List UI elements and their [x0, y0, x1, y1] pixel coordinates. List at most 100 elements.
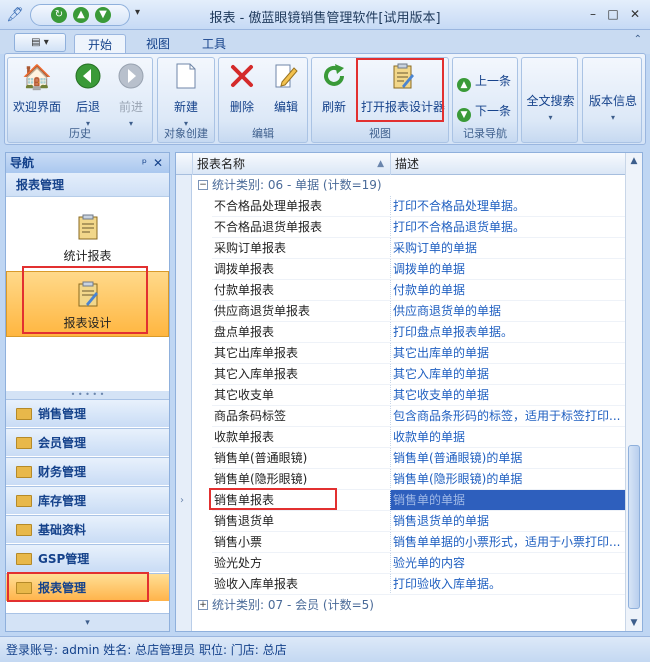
nav-cat-members[interactable]: 会员管理 [6, 428, 169, 456]
group-row-members[interactable]: + 统计类别: 07 - 会员 (计数=5) [176, 595, 626, 616]
cell-description[interactable]: 销售单(隐形眼镜)的单据 [390, 469, 626, 490]
welcome-button[interactable]: 🏠 欢迎界面 [10, 62, 64, 120]
table-row[interactable]: 销售单(隐形眼镜) 销售单(隐形眼镜)的单据 [176, 469, 626, 490]
pane-splitter[interactable]: • • • • • [6, 391, 169, 399]
cell-description[interactable]: 供应商退货单的单据 [390, 301, 626, 322]
prev-record-button[interactable]: ▲ 上一条 [457, 70, 511, 92]
cell-description[interactable]: 打印盘点单报表单据。 [390, 322, 626, 343]
back-button[interactable]: 后退 ▾ [66, 62, 110, 128]
cell-description[interactable]: 采购订单的单据 [390, 238, 626, 259]
next-record-button[interactable]: ▼ 下一条 [457, 100, 511, 122]
new-button[interactable]: 新建 ▾ [160, 62, 212, 128]
cell-description[interactable]: 其它入库单的单据 [390, 364, 626, 385]
cell-report-name[interactable]: 销售单(隐形眼镜) [212, 469, 392, 490]
table-row[interactable]: 供应商退货单报表 供应商退货单的单据 [176, 301, 626, 322]
tab-home[interactable]: 开始 [74, 34, 126, 54]
nav-cat-inventory[interactable]: 库存管理 [6, 486, 169, 514]
table-row[interactable]: 收款单报表 收款单的单据 [176, 427, 626, 448]
cell-report-name[interactable]: 销售退货单 [212, 511, 392, 532]
nav-cat-gsp[interactable]: GSP管理 [6, 544, 169, 572]
cell-report-name[interactable]: 销售小票 [212, 532, 392, 553]
app-menu-button[interactable]: ▤ ▾ [14, 33, 66, 52]
cell-description[interactable]: 打印验收入库单据。 [390, 574, 626, 595]
cell-description[interactable]: 销售单单据的小票形式，适用于小票打印... [390, 532, 626, 553]
cell-description[interactable]: 付款单的单据 [390, 280, 626, 301]
cell-report-name[interactable]: 其它入库单报表 [212, 364, 392, 385]
nav-item-report-design[interactable]: 报表设计 [6, 271, 169, 337]
cell-report-name[interactable]: 采购订单报表 [212, 238, 392, 259]
cell-description[interactable]: 收款单的单据 [390, 427, 626, 448]
nav-overflow-button[interactable]: ▾ [6, 613, 169, 631]
cell-description[interactable]: 验光单的内容 [390, 553, 626, 574]
nav-cat-sales[interactable]: 销售管理 [6, 399, 169, 427]
table-row[interactable]: 采购订单报表 采购订单的单据 [176, 238, 626, 259]
scroll-thumb[interactable] [628, 445, 640, 609]
collapse-ribbon-icon[interactable]: ⌃ [634, 34, 642, 45]
close-icon[interactable]: ✕ [626, 5, 644, 23]
nav-cat-basic-data[interactable]: 基础资料 [6, 515, 169, 543]
cell-description[interactable]: 其它出库单的单据 [390, 343, 626, 364]
fulltext-search-button[interactable]: 全文搜索 ▾ [524, 92, 577, 150]
nav-cat-finance[interactable]: 财务管理 [6, 457, 169, 485]
maximize-icon[interactable]: □ [604, 5, 622, 23]
forward-button[interactable]: 前进 ▾ [110, 62, 152, 128]
cell-description[interactable]: 其它收支单的单据 [390, 385, 626, 406]
cell-report-name[interactable]: 商品条码标签 [212, 406, 392, 427]
pin-icon[interactable]: ᵖ [142, 153, 147, 173]
nav-item-statistics-report[interactable]: 统计报表 [6, 205, 169, 271]
cell-report-name[interactable]: 销售单(普通眼镜) [212, 448, 392, 469]
cell-report-name[interactable]: 其它出库单报表 [212, 343, 392, 364]
table-row[interactable]: 验收入库单报表 打印验收入库单据。 [176, 574, 626, 595]
cell-report-name[interactable]: 收款单报表 [212, 427, 392, 448]
table-row[interactable]: 盘点单报表 打印盘点单报表单据。 [176, 322, 626, 343]
table-row[interactable]: 其它收支单 其它收支单的单据 [176, 385, 626, 406]
collapse-icon[interactable]: − [198, 180, 208, 190]
cell-description[interactable]: 包含商品条形码的标签，适用于标签打印... [390, 406, 626, 427]
cell-description[interactable]: 销售单的单据 [390, 490, 626, 511]
cell-report-name[interactable]: 不合格品处理单报表 [212, 196, 392, 217]
table-row[interactable]: 其它入库单报表 其它入库单的单据 [176, 364, 626, 385]
cell-description[interactable]: 打印不合格品退货单据。 [390, 217, 626, 238]
table-row[interactable]: 付款单报表 付款单的单据 [176, 280, 626, 301]
column-report-name[interactable]: 报表名称 ▲ [192, 153, 390, 175]
vertical-scrollbar[interactable]: ▲ ▼ [625, 153, 642, 631]
nav-cat-reports[interactable]: 报表管理 [6, 573, 169, 601]
cell-report-name[interactable]: 不合格品退货单报表 [212, 217, 392, 238]
scroll-up-icon[interactable]: ▲ [626, 153, 642, 169]
tab-tools[interactable]: 工具 [190, 34, 238, 54]
cell-report-name[interactable]: 其它收支单 [212, 385, 392, 406]
close-pane-icon[interactable]: ✕ [153, 153, 163, 173]
table-row[interactable]: 不合格品处理单报表 打印不合格品处理单据。 [176, 196, 626, 217]
table-row[interactable]: 验光处方 验光单的内容 [176, 553, 626, 574]
column-description[interactable]: 描述 [390, 153, 626, 175]
cell-description[interactable]: 销售退货单的单据 [390, 511, 626, 532]
scroll-down-icon[interactable]: ▼ [626, 615, 642, 631]
version-info-button[interactable]: 版本信息 ▾ [585, 92, 641, 150]
table-row[interactable]: 销售退货单 销售退货单的单据 [176, 511, 626, 532]
table-row[interactable]: 销售小票 销售单单据的小票形式，适用于小票打印... [176, 532, 626, 553]
cell-description[interactable]: 打印不合格品处理单据。 [390, 196, 626, 217]
minimize-icon[interactable]: – [584, 5, 602, 23]
cell-report-name[interactable]: 调拨单报表 [212, 259, 392, 280]
cell-report-name[interactable]: 盘点单报表 [212, 322, 392, 343]
open-report-designer-button[interactable]: 打开报表设计器 [358, 62, 448, 120]
edit-button[interactable]: 编辑 [265, 62, 307, 120]
cell-report-name[interactable]: 验收入库单报表 [212, 574, 392, 595]
table-row[interactable]: 不合格品退货单报表 打印不合格品退货单据。 [176, 217, 626, 238]
cell-report-name[interactable]: 供应商退货单报表 [212, 301, 392, 322]
table-row[interactable]: › 销售单报表 销售单的单据 [176, 490, 626, 511]
table-row[interactable]: 其它出库单报表 其它出库单的单据 [176, 343, 626, 364]
group-row-documents[interactable]: − 统计类别: 06 - 单据 (计数=19) [176, 175, 626, 196]
delete-button[interactable]: 删除 [221, 62, 263, 120]
table-row[interactable]: 调拨单报表 调拨单的单据 [176, 259, 626, 280]
cell-report-name[interactable]: 销售单报表 [212, 490, 392, 511]
table-row[interactable]: 商品条码标签 包含商品条形码的标签，适用于标签打印... [176, 406, 626, 427]
cell-report-name[interactable]: 验光处方 [212, 553, 392, 574]
expand-icon[interactable]: + [198, 600, 208, 610]
cell-description[interactable]: 调拨单的单据 [390, 259, 626, 280]
cell-description[interactable]: 销售单(普通眼镜)的单据 [390, 448, 626, 469]
refresh-button[interactable]: 刷新 [314, 62, 354, 120]
tab-view[interactable]: 视图 [134, 34, 182, 54]
table-row[interactable]: 销售单(普通眼镜) 销售单(普通眼镜)的单据 [176, 448, 626, 469]
cell-report-name[interactable]: 付款单报表 [212, 280, 392, 301]
